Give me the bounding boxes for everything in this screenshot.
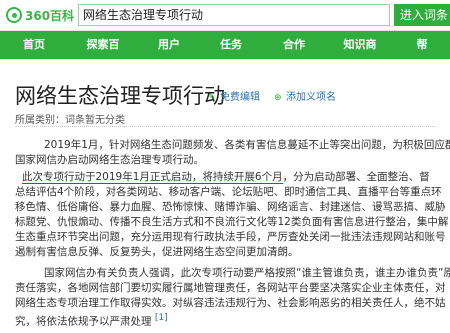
free-edit-link[interactable]: ✎ 免费编辑 — [208, 88, 260, 103]
nav-item-help[interactable]: 帮 — [394, 31, 450, 59]
highlight-text: 此次专项行动于2019年1月正式启动，将持续开展6个月 — [22, 171, 283, 184]
top-bar: 360百科 网络生态治理专项行动 进入词条 — [0, 0, 450, 31]
nav-item-cooperation[interactable]: 合作 — [262, 31, 326, 59]
para3-line3: 网络生态专项治理工作取得实效。对纵容违法违规行为、社会影响恶劣的相关责任人，绝不… — [15, 297, 446, 309]
divider — [15, 126, 435, 127]
para2-line1: 此次专项行动于2019年1月正式启动，将持续开展6个月，分为启动部署、全面整治、… — [22, 170, 430, 185]
para3-line2: 责任落实，各地网信部门要切实履行属地管理责任，各网站平台要坚决落实企业主体责任，… — [15, 282, 446, 294]
para2-line2: 总结评估4个阶段，对各类网站、移动客户端、论坛贴吧、即时通信工具、直播平台等重点… — [15, 186, 442, 198]
para2-line5: 生态重点环节突出问题，充分运用现有行政执法手段，严厉查处关闭一批违法违规网站和账… — [15, 231, 446, 243]
logo-icon — [6, 7, 22, 23]
para2-line6: 遏制有害信息反弹、反复势头，促进网络生态空间更加清朗。 — [15, 246, 299, 258]
edit-icon: ✎ — [208, 93, 216, 103]
main-nav: 首页 探索百 用户 任务 合作 知识商 帮 — [0, 31, 450, 59]
para3-line1: 国家网信办有关负责人强调，此次专项行动要严格按照“谁主管谁负责，谁主办谁负责”原 — [44, 267, 450, 279]
category-line: 所属类别：词条暂无分类 — [15, 115, 125, 126]
add-sense-link[interactable]: ⊕ 添加义项名 — [274, 88, 336, 103]
page-title: 网络生态治理专项行动 — [15, 84, 225, 108]
para3-line4: 究，将依法依规予以严肃处理 [1] — [15, 311, 168, 330]
para2-line4: 标题党、仇恨煽动、传播不良生活方式和不良流行文化等12类负面有害信息进行整治，集… — [15, 216, 449, 228]
para3-line4-text: 究，将依法依规予以严肃处理 — [15, 315, 152, 328]
title-actions: ✎ 免费编辑 ⊕ 添加义项名 — [208, 88, 336, 103]
add-sense-label: 添加义项名 — [286, 92, 336, 103]
nav-item-user[interactable]: 用户 — [138, 31, 200, 59]
para1-line1: 2019年1月，针对网络生态问题频发、各类有害信息蔓延不止等突出问题，为积极回应… — [44, 139, 450, 151]
logo-text: 360百科 — [25, 8, 75, 23]
nav-item-task[interactable]: 任务 — [200, 31, 262, 59]
reference-link[interactable]: [1] — [155, 313, 168, 323]
para1-line2: 国家网信办启动网络生态治理专项行动。 — [15, 154, 204, 166]
para2-line1-rest: ，分为启动部署、全面整治、督 — [282, 171, 430, 183]
para2-line3: 移色情、低俗庸俗、暴力血腥、恐怖惊悚、赌博诈骗、网络谣言、封建迷信、谩骂恶搞、威… — [15, 201, 446, 213]
free-edit-label: 免费编辑 — [220, 92, 260, 103]
search-input[interactable]: 网络生态治理专项行动 — [78, 4, 390, 26]
add-icon: ⊕ — [274, 93, 282, 103]
nav-item-explore[interactable]: 探索百 — [68, 31, 138, 59]
logo[interactable]: 360百科 — [6, 6, 74, 24]
nav-item-home[interactable]: 首页 — [0, 31, 68, 59]
enter-entry-button[interactable]: 进入词条 — [394, 4, 450, 26]
nav-item-knowledge[interactable]: 知识商 — [326, 31, 394, 59]
